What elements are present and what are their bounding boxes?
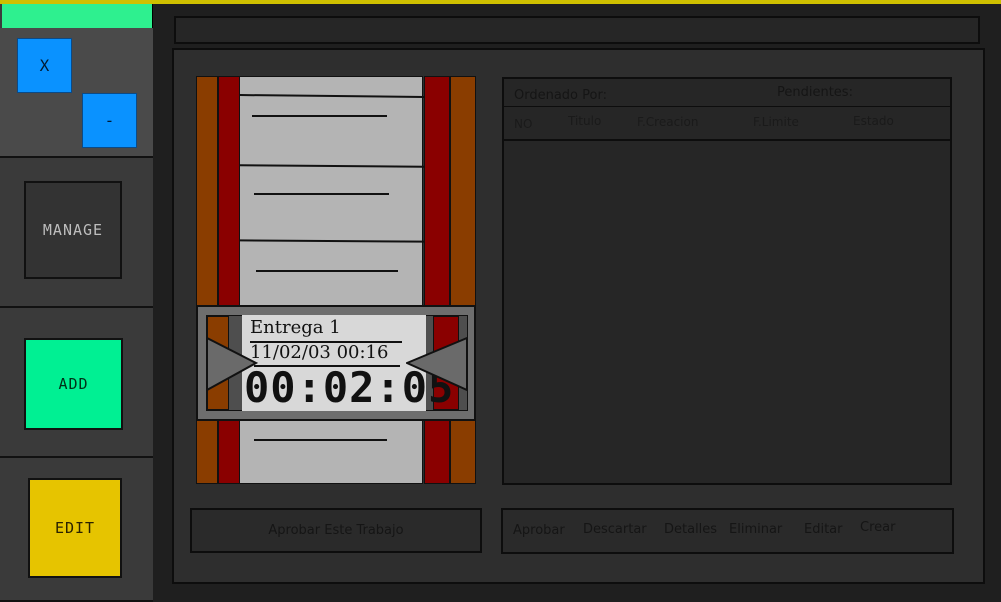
strip-divider bbox=[239, 239, 425, 243]
actions-bar: Aprobar Descartar Detalles Eliminar Edit… bbox=[501, 508, 954, 554]
column-header-title[interactable]: Titulo bbox=[568, 114, 601, 128]
task-deadline: 11/02/03 00:16 bbox=[250, 342, 389, 363]
column-header-status[interactable]: Estado bbox=[853, 114, 894, 128]
approve-this-task-label: Aprobar Este Trabajo bbox=[268, 523, 404, 538]
strip-divider bbox=[239, 164, 425, 168]
table-toolbar: Ordenado Por: Pendientes: bbox=[504, 79, 950, 107]
create-action[interactable]: Crear bbox=[860, 520, 895, 535]
task-reel[interactable]: Entrega 1 11/02/03 00:16 00:02:05 bbox=[196, 76, 476, 484]
column-header-deadline[interactable]: F.Limite bbox=[753, 115, 799, 129]
delete-action[interactable]: Eliminar bbox=[729, 522, 782, 537]
left-pointer-icon bbox=[206, 337, 258, 391]
title-bar bbox=[174, 16, 980, 44]
reel-strip bbox=[239, 76, 425, 484]
reel-right-rail bbox=[424, 76, 450, 484]
manage-button[interactable]: MANAGE bbox=[24, 181, 122, 279]
edit-button[interactable]: EDIT bbox=[28, 478, 122, 578]
strip-item-line bbox=[256, 270, 398, 272]
approve-action[interactable]: Aprobar bbox=[513, 523, 565, 538]
strip-item-line bbox=[252, 115, 387, 117]
add-button[interactable]: ADD bbox=[24, 338, 123, 430]
window-drag-bar[interactable] bbox=[2, 4, 152, 28]
strip-divider bbox=[239, 94, 425, 98]
pending-label: Pendientes: bbox=[777, 85, 853, 100]
reel-left-wood bbox=[196, 76, 218, 484]
reel-right-wood bbox=[450, 76, 476, 484]
approve-this-task-button[interactable]: Aprobar Este Trabajo bbox=[190, 508, 482, 553]
column-header-created[interactable]: F.Creacion bbox=[637, 115, 698, 129]
close-button[interactable]: X bbox=[17, 38, 72, 93]
current-task-counter: Entrega 1 11/02/03 00:16 00:02:05 bbox=[196, 305, 476, 421]
discard-action[interactable]: Descartar bbox=[583, 522, 647, 537]
reel-left-rail bbox=[218, 76, 240, 484]
column-header-no[interactable]: NO bbox=[514, 117, 532, 131]
counter-face: Entrega 1 11/02/03 00:16 00:02:05 bbox=[242, 315, 453, 411]
task-title: Entrega 1 bbox=[250, 317, 341, 338]
details-action[interactable]: Detalles bbox=[664, 522, 717, 537]
minimize-button[interactable]: - bbox=[82, 93, 137, 148]
strip-item-line bbox=[254, 193, 389, 195]
task-table: Ordenado Por: Pendientes: NO Titulo F.Cr… bbox=[502, 77, 952, 485]
right-pointer-icon bbox=[406, 337, 468, 391]
sorted-by-label[interactable]: Ordenado Por: bbox=[514, 88, 607, 103]
edit-action[interactable]: Editar bbox=[804, 522, 843, 537]
strip-item-line bbox=[254, 439, 387, 441]
table-header-row: NO Titulo F.Creacion F.Limite Estado bbox=[504, 107, 950, 141]
